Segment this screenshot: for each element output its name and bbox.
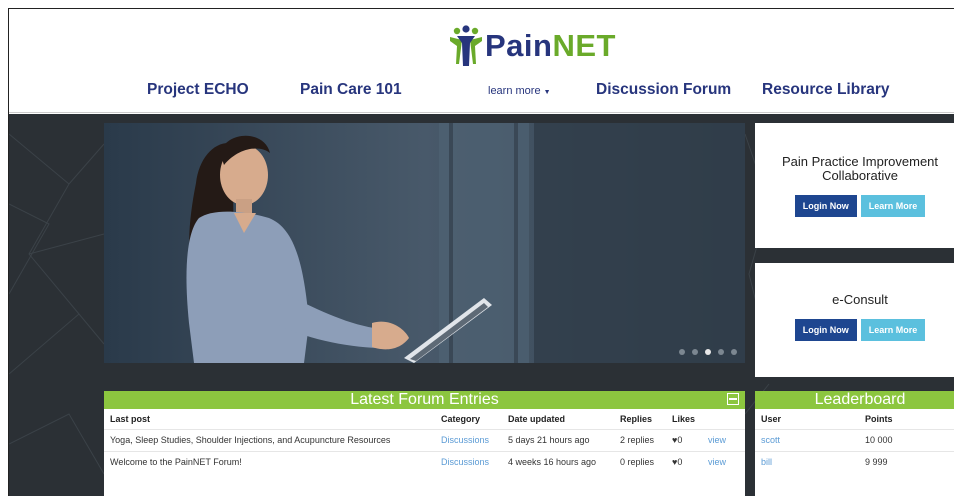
ppic-panel: Pain Practice Improvement Collaborative … bbox=[755, 123, 954, 248]
points-value: 9 999 bbox=[865, 450, 954, 473]
user-link[interactable]: scott bbox=[755, 428, 865, 451]
replies-count: 2 replies bbox=[620, 428, 672, 451]
table-row: Yoga, Sleep Studies, Shoulder Injections… bbox=[104, 428, 745, 451]
table-row: scott 10 000 bbox=[755, 428, 954, 451]
nav-item-discussion-forum[interactable]: Discussion Forum bbox=[596, 81, 731, 99]
replies-count: 0 replies bbox=[620, 450, 672, 473]
col-category: Category bbox=[441, 413, 481, 424]
main-nav: Project ECHO Pain Care 101 learn more ▼ … bbox=[9, 81, 954, 107]
view-link[interactable]: view bbox=[708, 450, 745, 473]
date-updated: 5 days 21 hours ago bbox=[508, 428, 620, 451]
econsult-login-button[interactable]: Login Now bbox=[794, 319, 857, 341]
painnet-logo[interactable]: PainNET bbox=[447, 23, 616, 69]
caret-down-icon: ▼ bbox=[543, 89, 551, 96]
nav-item-resource-library[interactable]: Resource Library bbox=[762, 81, 890, 99]
forum-header: Latest Forum Entries bbox=[104, 391, 745, 409]
ppic-login-button[interactable]: Login Now bbox=[794, 195, 857, 217]
col-action bbox=[708, 409, 745, 429]
likes-cell: ♥0 bbox=[672, 450, 708, 473]
category-link[interactable]: Discussions bbox=[441, 450, 508, 473]
likes-count: 0 bbox=[677, 435, 683, 445]
carousel-dot[interactable] bbox=[718, 349, 724, 355]
carousel-dot-active[interactable] bbox=[705, 349, 711, 355]
site-header: PainNET Project ECHO Pain Care 101 learn… bbox=[9, 9, 954, 113]
logo-text-pain: Pain bbox=[485, 28, 553, 63]
col-likes: Likes bbox=[672, 413, 696, 424]
col-points: Points bbox=[865, 413, 893, 424]
econsult-learn-more-button[interactable]: Learn More bbox=[860, 319, 926, 341]
post-title[interactable]: Welcome to the PainNET Forum! bbox=[104, 450, 441, 473]
table-row: Welcome to the PainNET Forum! Discussion… bbox=[104, 450, 745, 473]
view-link[interactable]: view bbox=[708, 428, 745, 451]
hero-photo bbox=[104, 123, 745, 363]
col-user: User bbox=[761, 413, 782, 424]
leaderboard-widget: Leaderboard User Points scott 10 000 bil… bbox=[755, 391, 954, 496]
forum-widget: Latest Forum Entries Last post Category … bbox=[104, 391, 745, 496]
ppic-buttons: Login Now Learn More bbox=[755, 195, 954, 217]
likes-cell: ♥0 bbox=[672, 428, 708, 451]
leaderboard-header-row: User Points bbox=[755, 409, 954, 429]
econsult-buttons: Login Now Learn More bbox=[755, 319, 954, 341]
post-title[interactable]: Yoga, Sleep Studies, Shoulder Injections… bbox=[104, 428, 441, 451]
col-date-updated: Date updated bbox=[508, 413, 566, 424]
forum-table: Last post Category Date updated Replies … bbox=[104, 409, 745, 473]
forum-title: Latest Forum Entries bbox=[350, 391, 499, 408]
carousel-dot[interactable] bbox=[731, 349, 737, 355]
econsult-title: e-Consult bbox=[832, 292, 888, 307]
user-link[interactable]: bill bbox=[755, 450, 865, 473]
nav-item-pain-care-101[interactable]: Pain Care 101 bbox=[300, 81, 402, 99]
ppic-learn-more-button[interactable]: Learn More bbox=[860, 195, 926, 217]
people-logo-icon bbox=[450, 25, 482, 66]
hero-carousel[interactable] bbox=[104, 123, 745, 363]
econsult-panel: e-Consult Login Now Learn More bbox=[755, 263, 954, 377]
collapse-icon[interactable] bbox=[727, 393, 739, 405]
carousel-dot[interactable] bbox=[679, 349, 685, 355]
page-frame: PainNET Project ECHO Pain Care 101 learn… bbox=[8, 8, 954, 496]
learn-more-label: learn more bbox=[488, 85, 541, 97]
ppic-title: Pain Practice Improvement Collaborative bbox=[781, 154, 939, 183]
col-last-post: Last post bbox=[110, 413, 151, 424]
forum-header-row: Last post Category Date updated Replies … bbox=[104, 409, 745, 429]
category-link[interactable]: Discussions bbox=[441, 428, 508, 451]
nav-item-learn-more[interactable]: learn more ▼ bbox=[488, 85, 551, 97]
table-row: bill 9 999 bbox=[755, 450, 954, 473]
col-replies: Replies bbox=[620, 413, 653, 424]
carousel-dots bbox=[679, 349, 737, 355]
date-updated: 4 weeks 16 hours ago bbox=[508, 450, 620, 473]
leaderboard-table: User Points scott 10 000 bill 9 999 bbox=[755, 409, 954, 473]
carousel-dot[interactable] bbox=[692, 349, 698, 355]
points-value: 10 000 bbox=[865, 428, 954, 451]
nav-item-project-echo[interactable]: Project ECHO bbox=[147, 81, 249, 99]
content-area: Pain Practice Improvement Collaborative … bbox=[9, 114, 954, 496]
leaderboard-title: Leaderboard bbox=[814, 391, 906, 408]
likes-count: 0 bbox=[677, 457, 683, 468]
leaderboard-header: Leaderboard bbox=[755, 391, 954, 409]
logo-text-net: NET bbox=[552, 28, 616, 63]
